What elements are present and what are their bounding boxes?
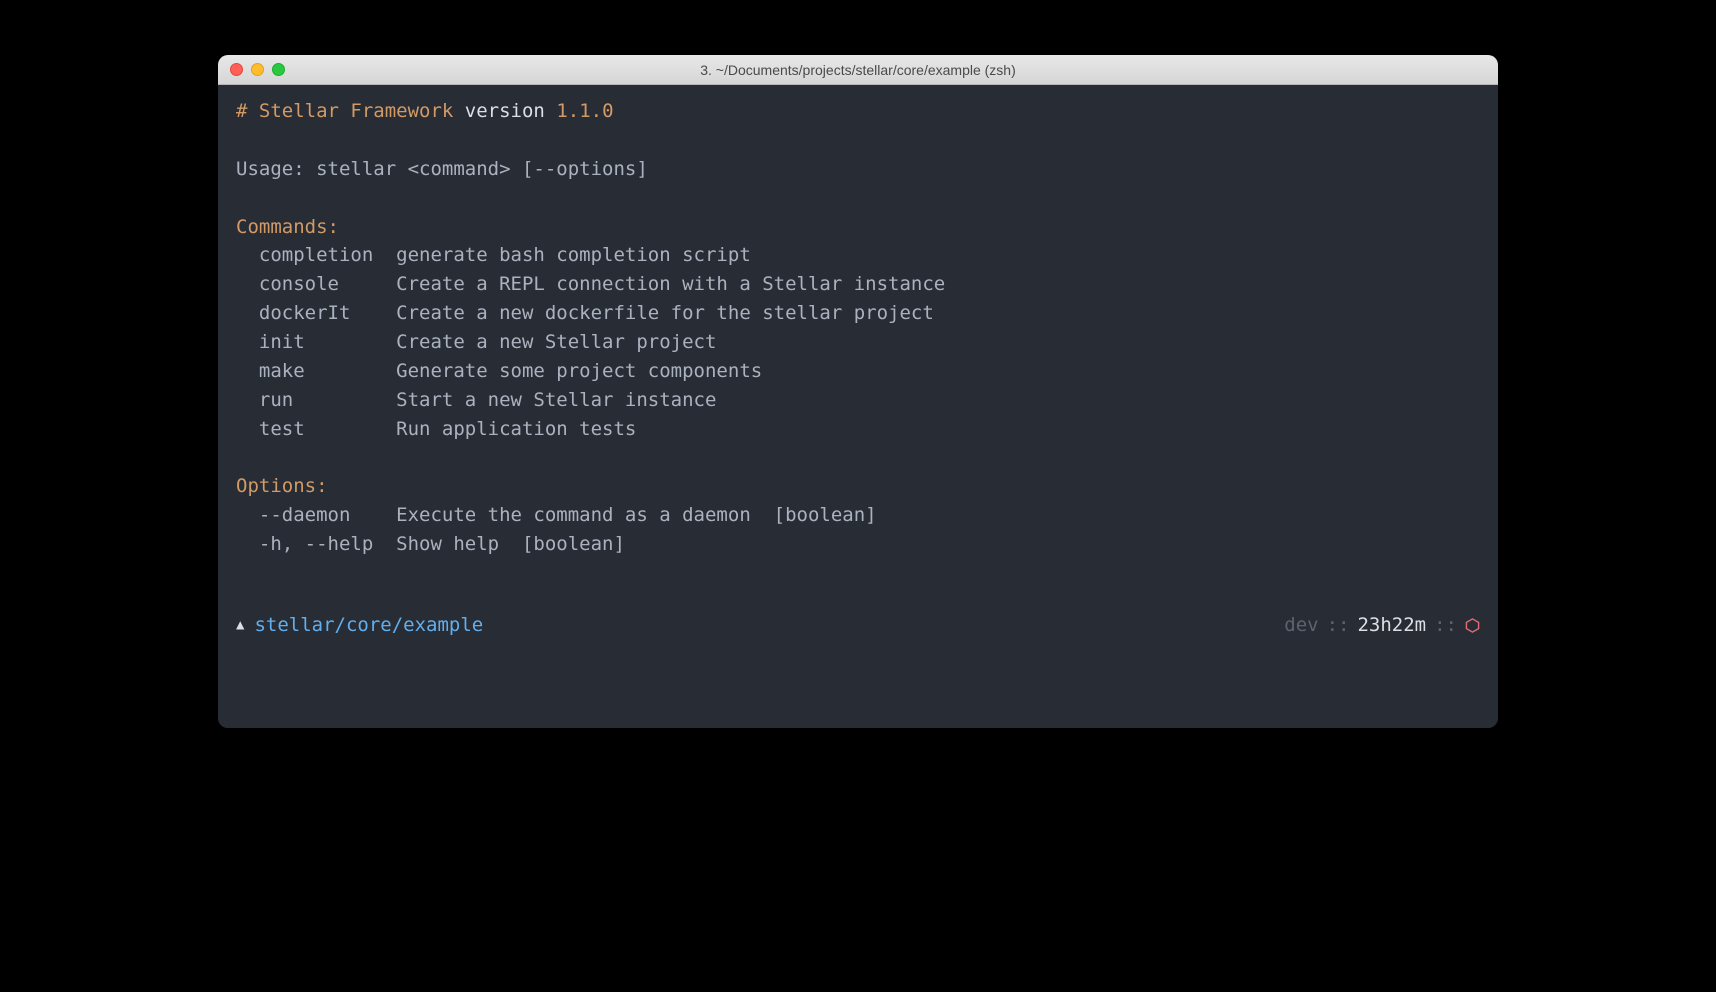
git-branch: dev <box>1284 611 1318 640</box>
terminal-content[interactable]: # Stellar Framework version 1.1.0 Usage:… <box>218 85 1498 728</box>
commands-list: completion generate bash completion scri… <box>236 241 1480 443</box>
prompt-triangle-icon: ▲ <box>236 615 244 636</box>
options-heading: Options: <box>236 475 328 497</box>
separator: :: <box>1327 611 1350 640</box>
prompt-line: ▲ stellar/core/example dev :: 23h22m :: <box>236 611 1480 640</box>
version-number: 1.1.0 <box>556 100 613 122</box>
commands-heading: Commands: <box>236 216 339 238</box>
options-list: --daemon Execute the command as a daemon… <box>236 501 1480 559</box>
version-label: version <box>453 100 556 122</box>
prompt-left: ▲ stellar/core/example <box>236 611 483 640</box>
maximize-button[interactable] <box>272 63 285 76</box>
separator: :: <box>1434 611 1457 640</box>
window-title: 3. ~/Documents/projects/stellar/core/exa… <box>218 62 1498 78</box>
header-prefix: # <box>236 100 259 122</box>
time-elapsed: 23h22m <box>1357 611 1426 640</box>
prompt-path: stellar/core/example <box>254 611 483 640</box>
prompt-right: dev :: 23h22m :: <box>1284 611 1480 640</box>
usage-line: Usage: stellar <command> [--options] <box>236 158 648 180</box>
window-titlebar: 3. ~/Documents/projects/stellar/core/exa… <box>218 55 1498 85</box>
framework-name: Stellar Framework <box>259 100 453 122</box>
traffic-lights <box>230 63 285 76</box>
minimize-button[interactable] <box>251 63 264 76</box>
terminal-window: 3. ~/Documents/projects/stellar/core/exa… <box>218 55 1498 728</box>
close-button[interactable] <box>230 63 243 76</box>
hexagon-icon <box>1465 618 1480 633</box>
